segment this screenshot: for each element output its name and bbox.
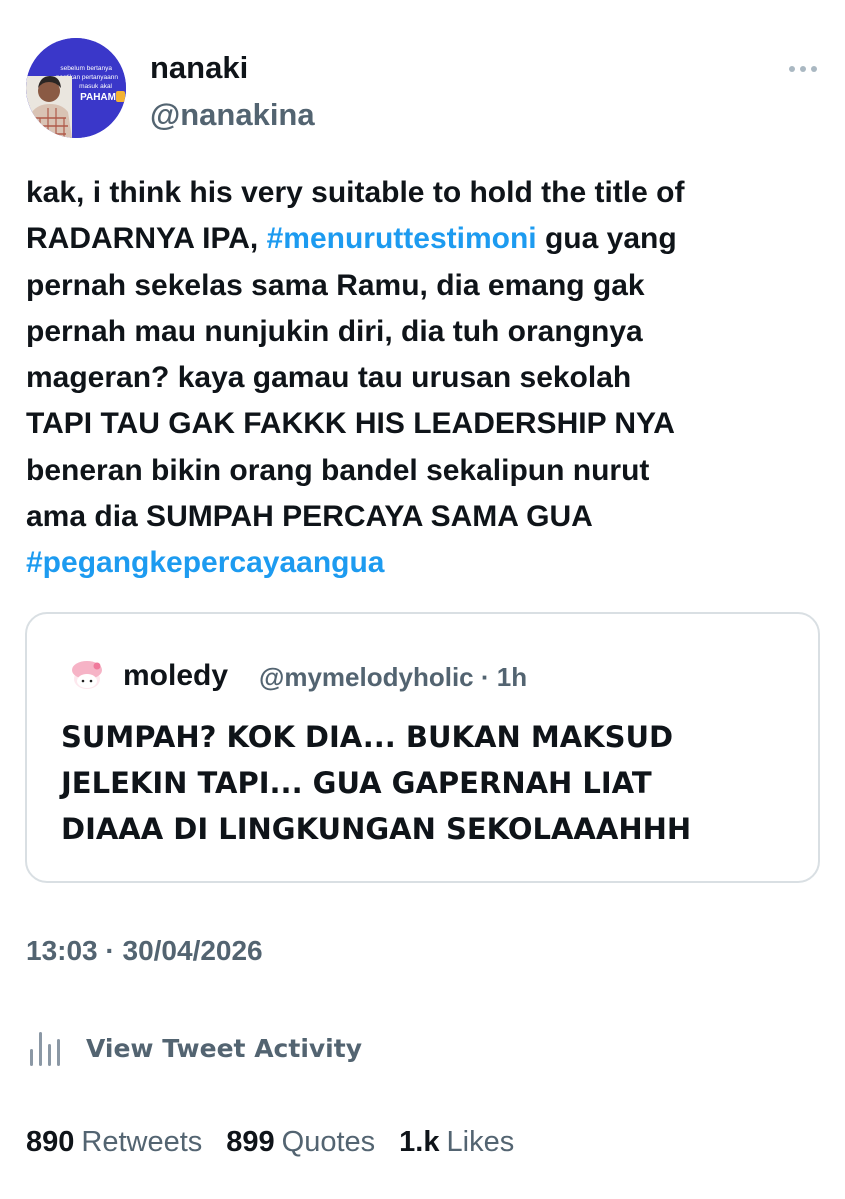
more-dots-icon [789, 66, 795, 72]
tweet-text-line: pernah sekelas sama Ramu, dia emang gak [26, 263, 826, 309]
bar-chart-icon [30, 1032, 60, 1066]
more-dots-icon [811, 66, 817, 72]
tweet-stats: 890 Retweets 899 Quotes 1.k Likes [26, 1126, 538, 1159]
quoted-tweet-line: JELEKIN TAPI... GUA GAPERNAH LIAT [61, 766, 652, 800]
tweet-text-segment: mageran? kaya gamau tau urusan sekolah [26, 361, 632, 395]
quoted-tweet-line: DIAAA DI LINGKUNGAN SEKOLAAAHHH [61, 812, 692, 846]
stat-likes-label: Likes [446, 1126, 515, 1158]
stat-quotes[interactable]: 899 Quotes [226, 1126, 375, 1159]
tweet-text-segment: pernah mau nunjukin diri, dia tuh orangn… [26, 314, 643, 348]
quoted-author-avatar[interactable] [69, 657, 105, 693]
quoted-tweet-card[interactable]: moledy @mymelodyholic · 1h SUMPAH? KOK D… [25, 612, 820, 883]
quoted-tweet-line: SUMPAH? KOK DIA... BUKAN MAKSUD [61, 720, 674, 754]
tweet-text-segment: kak, i think his very suitable to hold t… [26, 176, 685, 209]
tweet-text-line: #pegangkepercayaangua [26, 540, 826, 586]
hashtag-link[interactable]: #menuruttestimoni [267, 222, 537, 255]
quoted-tweet-text: SUMPAH? KOK DIA... BUKAN MAKSUD JELEKIN T… [61, 714, 801, 852]
tweet-text-segment: beneran bikin orang bandel sekalipun nur… [26, 453, 650, 487]
tweet-text-line: TAPI TAU GAK FAKKK HIS LEADERSHIP NYA [26, 401, 826, 447]
view-activity-button[interactable]: View Tweet Activity [26, 1026, 362, 1070]
more-options-button[interactable] [789, 62, 823, 76]
tweet-text-line: pernah mau nunjukin diri, dia tuh orangn… [26, 309, 826, 355]
tweet-timestamp[interactable]: 13:03 · 30/04/2026 [26, 935, 263, 967]
stat-retweets-count: 890 [26, 1126, 75, 1158]
more-dots-icon [800, 66, 806, 72]
hashtag-link[interactable]: #pegangkepercayaangua [26, 546, 385, 579]
stat-quotes-label: Quotes [281, 1126, 376, 1158]
view-activity-label: View Tweet Activity [86, 1033, 363, 1063]
author-avatar[interactable]: sebelum bertanya pastikan pertanyaann ma… [26, 38, 126, 138]
tweet-text-line: mageran? kaya gamau tau urusan sekolah [26, 355, 826, 401]
stat-retweets[interactable]: 890 Retweets [26, 1126, 202, 1159]
tweet-text-segment: RADARNYA IPA, [26, 222, 267, 256]
tweet-text-line: RADARNYA IPA, #menuruttestimoni gua yang [26, 216, 826, 262]
stat-likes-count: 1.k [399, 1126, 440, 1158]
stat-quotes-count: 899 [226, 1126, 275, 1158]
tweet-text-line: beneran bikin orang bandel sekalipun nur… [26, 448, 826, 494]
stat-likes[interactable]: 1.k Likes [399, 1126, 514, 1159]
tweet-text-segment: pernah sekelas sama Ramu, dia emang gak [26, 268, 645, 302]
avatar-image: sebelum bertanya pastikan pertanyaann ma… [26, 38, 126, 138]
tweet-text: kak, i think his very suitable to hold t… [26, 170, 826, 587]
quoted-author-meta: @mymelodyholic · 1h [259, 662, 528, 692]
author-display-name[interactable]: nanaki [150, 50, 248, 86]
avatar-caption-4: PAHAM [80, 92, 116, 103]
tweet-text-segment: ama dia SUMPAH PERCAYA SAMA GUA [26, 500, 593, 534]
tweet-text-line: kak, i think his very suitable to hold t… [26, 170, 826, 216]
quoted-author-name[interactable]: moledy [123, 659, 228, 693]
tweet-text-segment: TAPI TAU GAK FAKKK HIS LEADERSHIP NYA [26, 407, 675, 441]
avatar-caption-3: masuk akal [79, 83, 112, 90]
avatar-caption-1: sebelum bertanya [60, 65, 112, 72]
tweet-text-segment: gua yang [536, 222, 677, 256]
author-handle[interactable]: @nanakina [150, 97, 315, 133]
tweet-text-line: ama dia SUMPAH PERCAYA SAMA GUA [26, 494, 826, 540]
stat-retweets-label: Retweets [81, 1126, 203, 1158]
